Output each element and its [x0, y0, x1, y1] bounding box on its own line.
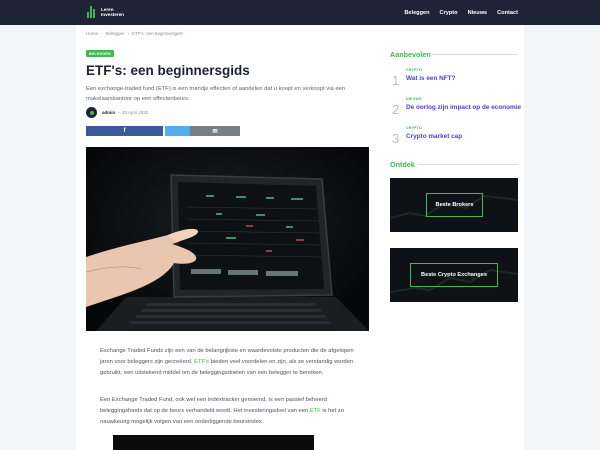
- item-category[interactable]: CRYPTO: [406, 68, 422, 72]
- email-share-button[interactable]: ✉: [190, 126, 240, 136]
- item-title[interactable]: De oorlog zijn impact op de economie: [406, 104, 521, 111]
- site-header: Leren Investeren Beleggen Crypto Nieuws …: [0, 0, 600, 25]
- promo-banner-brokers[interactable]: Beste Brokers: [390, 178, 518, 232]
- item-title[interactable]: Wat is een NFT?: [406, 75, 455, 82]
- hero-image: [86, 147, 369, 331]
- facebook-icon: f: [123, 128, 126, 134]
- rank-number: 1: [392, 73, 400, 88]
- breadcrumb: Home › Beleggen › ETF's: een beginnersgi…: [86, 31, 183, 36]
- etfs-link[interactable]: ETF's: [194, 359, 209, 365]
- nav-nieuws[interactable]: Nieuws: [468, 10, 488, 16]
- section-divider: [418, 164, 518, 165]
- avatar[interactable]: [86, 107, 97, 118]
- site-logo[interactable]: Leren Investeren: [87, 6, 124, 18]
- breadcrumb-beleggen[interactable]: Beleggen: [106, 31, 125, 36]
- paragraph-text: Een Exchange Traded Fund, ook wel een in…: [100, 397, 327, 414]
- breadcrumb-home[interactable]: Home: [86, 31, 98, 36]
- promo-banner-exchanges[interactable]: Beste Crypto Exchanges: [390, 248, 518, 302]
- nav-contact[interactable]: Contact: [497, 10, 518, 16]
- article-paragraph-1: Exchange Traded Funds zijn een van de be…: [100, 346, 358, 379]
- publish-date: – 20 April 2022: [118, 110, 149, 115]
- item-category[interactable]: CRYPTO: [406, 126, 422, 130]
- etf-link[interactable]: ETF: [310, 408, 321, 414]
- author-name[interactable]: admin: [102, 110, 115, 115]
- item-title[interactable]: Crypto market cap: [406, 133, 462, 140]
- logo-text: Leren Investeren: [101, 7, 124, 17]
- mail-icon: ✉: [212, 128, 218, 135]
- article-paragraph-2: Een Exchange Traded Fund, ook wel een in…: [100, 395, 358, 428]
- beste-crypto-exchanges-label[interactable]: Beste Crypto Exchanges: [410, 263, 498, 287]
- facebook-share-button[interactable]: f: [86, 126, 163, 136]
- nav-crypto[interactable]: Crypto: [440, 10, 458, 16]
- breadcrumb-separator: ›: [127, 31, 130, 36]
- discover-heading: Ontdek: [390, 160, 415, 169]
- logo-bars-icon: [87, 6, 97, 18]
- breadcrumb-separator: ›: [101, 31, 103, 36]
- recommended-heading: Aanbevolen: [390, 50, 431, 59]
- section-divider: [432, 54, 518, 55]
- beste-brokers-label[interactable]: Beste Brokers: [426, 193, 483, 217]
- embedded-video[interactable]: [113, 435, 314, 450]
- page-title: ETF's: een beginnersgids: [86, 63, 250, 78]
- main-nav: Beleggen Crypto Nieuws Contact: [404, 0, 518, 25]
- category-badge[interactable]: BELEGGEN: [86, 50, 114, 57]
- nav-beleggen[interactable]: Beleggen: [404, 10, 429, 16]
- rank-number: 2: [392, 102, 400, 117]
- item-category[interactable]: NIEUWS: [406, 97, 422, 101]
- article-lead: Een exchange-traded fund (ETF) is een ma…: [86, 86, 345, 102]
- tablet-trading-illustration: [86, 147, 369, 331]
- breadcrumb-current: ETF's: een beginnersgids: [132, 31, 183, 36]
- article-meta: admin – 20 April 2022: [86, 107, 148, 118]
- rank-number: 3: [392, 131, 400, 146]
